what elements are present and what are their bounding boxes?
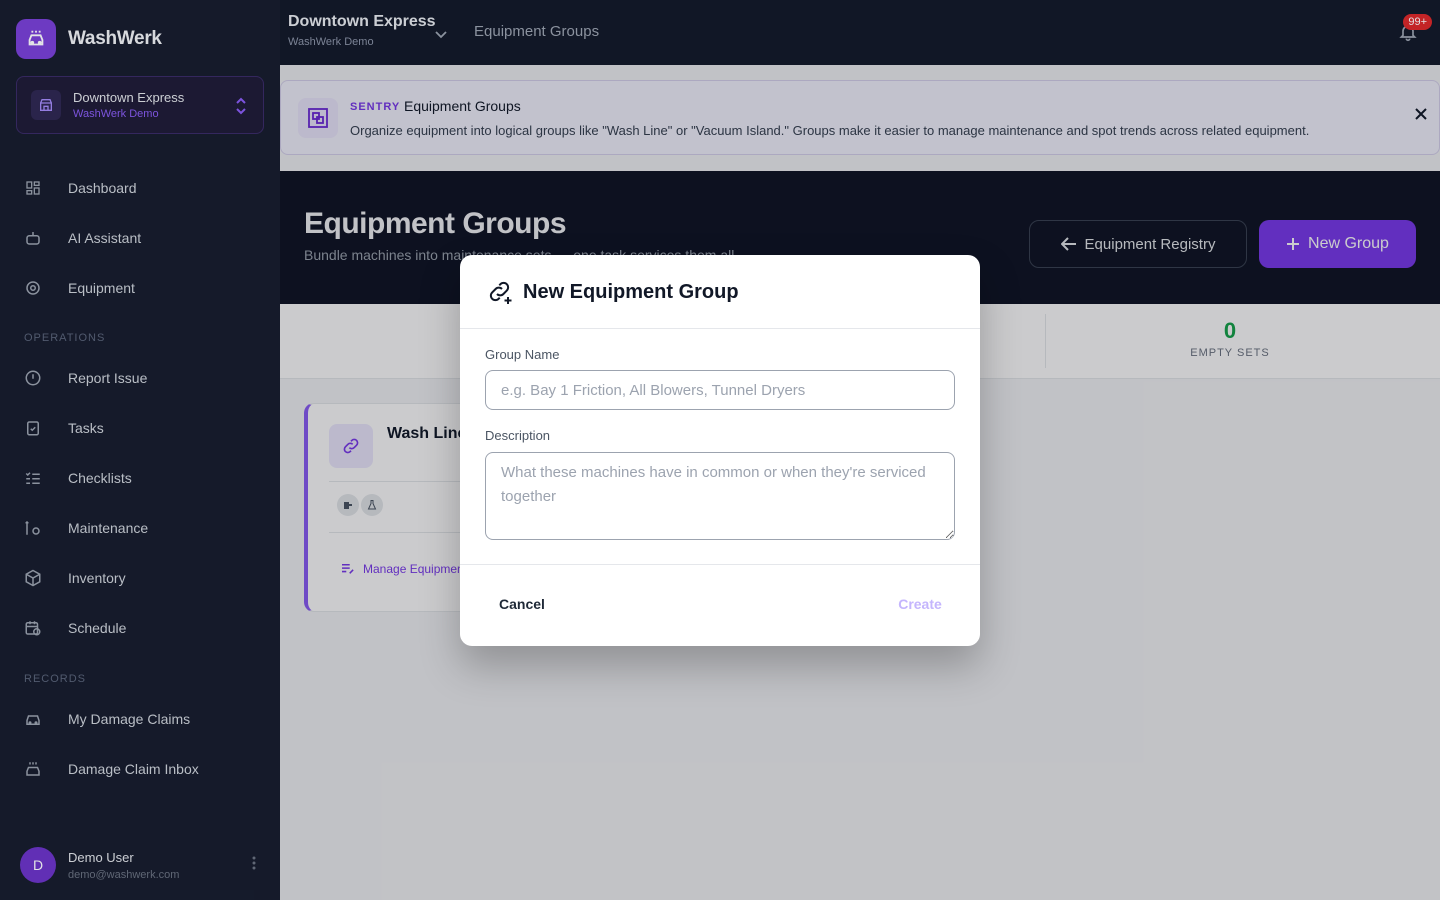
group-name-input[interactable] — [485, 370, 955, 410]
description-label: Description — [485, 428, 551, 443]
new-group-dialog: New Equipment Group Group Name Descripti… — [460, 255, 980, 646]
cancel-button[interactable]: Cancel — [486, 591, 556, 617]
dialog-footer-divider — [460, 564, 980, 565]
dialog-title: New Equipment Group — [523, 281, 739, 303]
group-name-label: Group Name — [485, 347, 560, 362]
dialog-header: New Equipment Group — [460, 255, 980, 329]
link-plus-icon — [486, 278, 514, 311]
create-button[interactable]: Create — [885, 591, 955, 617]
description-textarea[interactable] — [485, 452, 955, 540]
